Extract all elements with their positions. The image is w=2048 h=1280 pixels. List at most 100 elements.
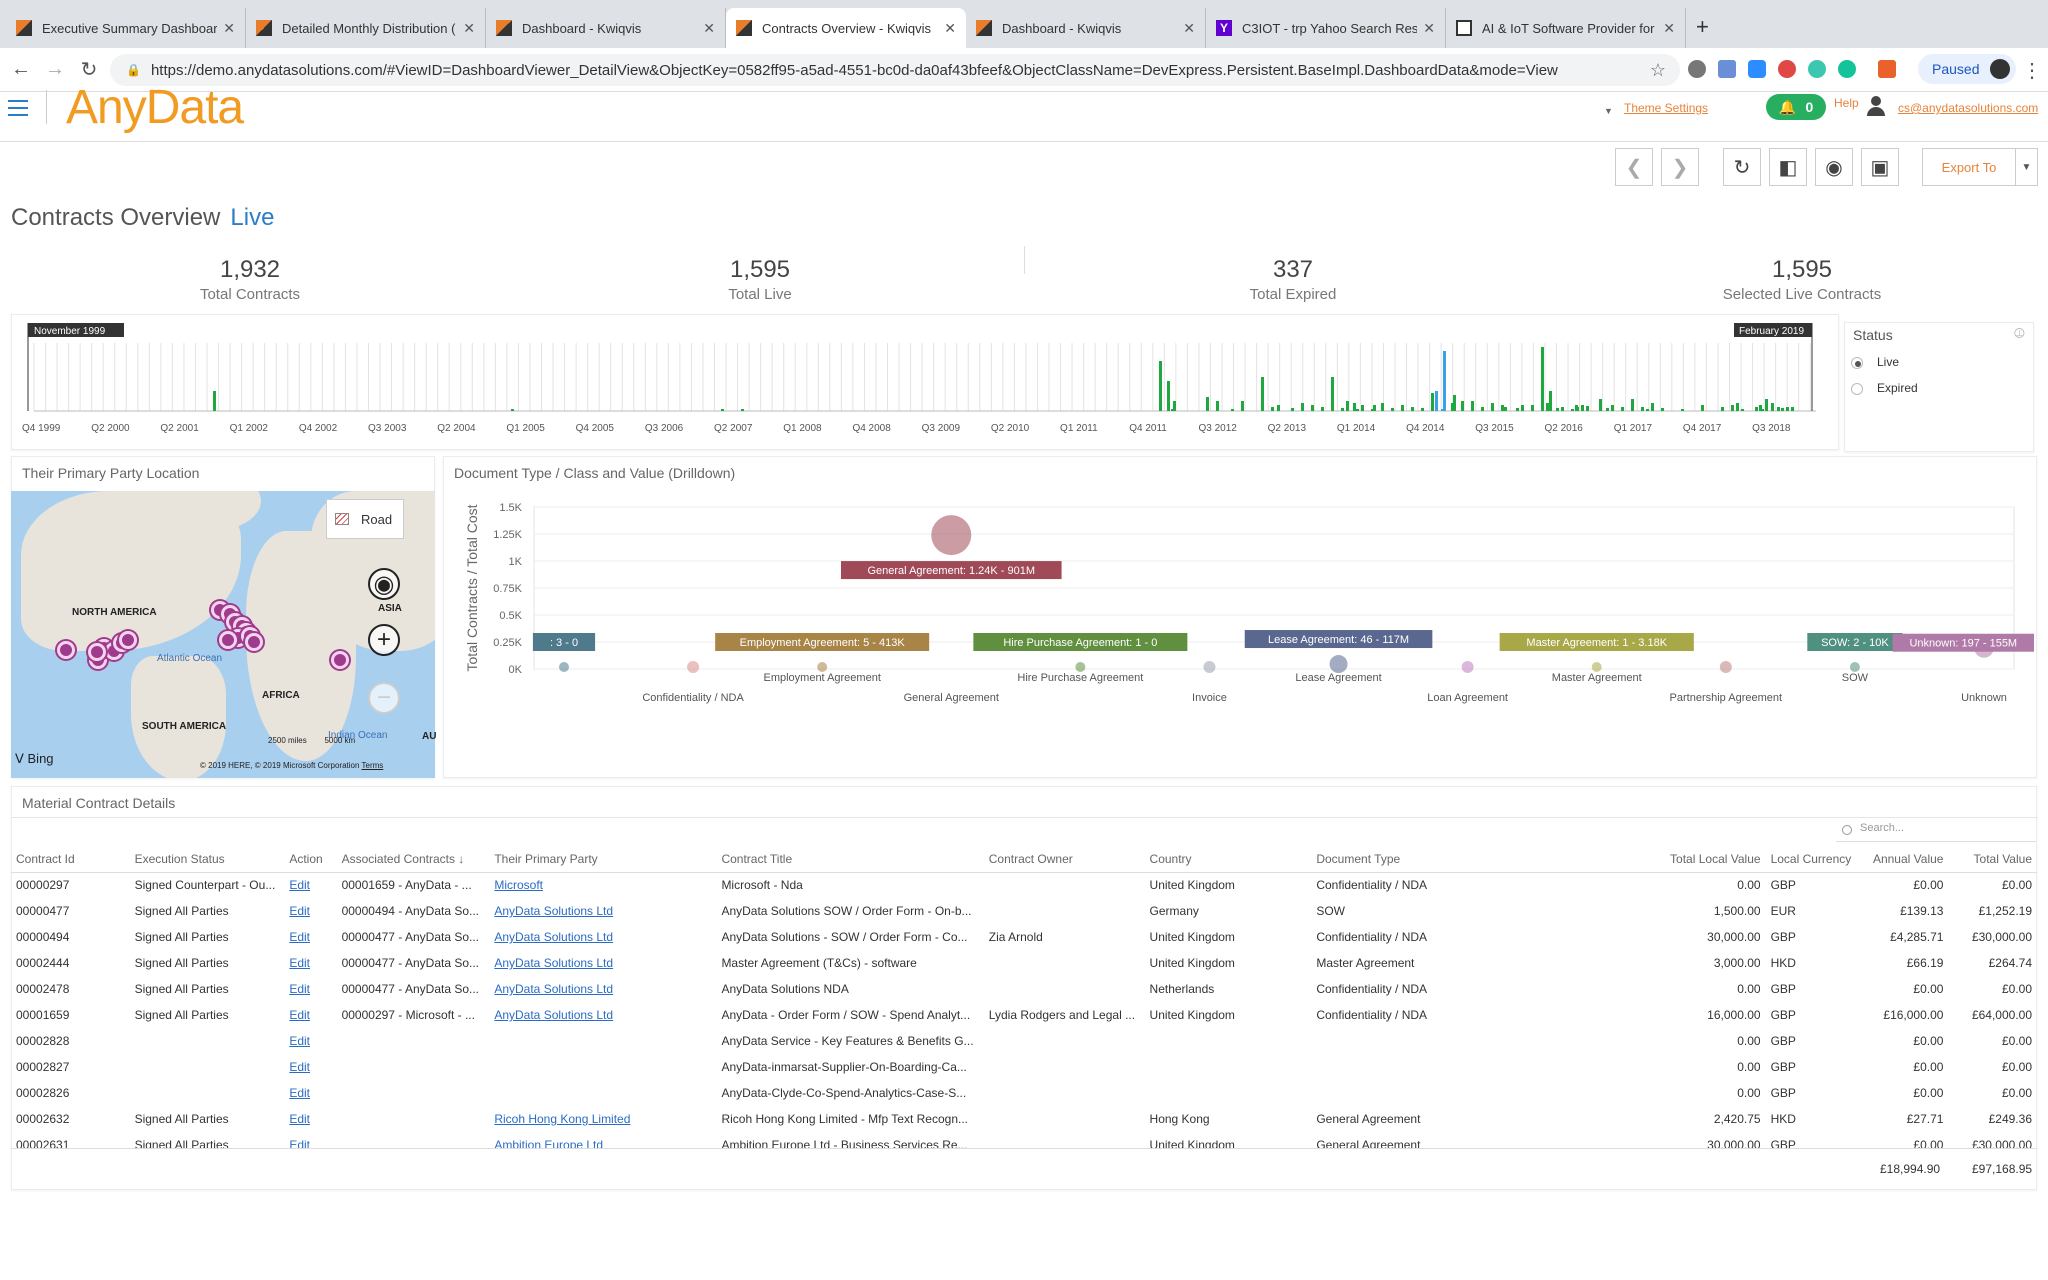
edit-link[interactable]: Edit [289, 982, 310, 996]
column-header[interactable]: Associated Contracts ↓ [336, 846, 490, 873]
user-email-link[interactable]: cs@anydatasolutions.com [1898, 101, 2038, 115]
bubble-point[interactable] [1203, 661, 1216, 673]
close-tab-icon[interactable]: ✕ [703, 20, 715, 37]
notifications-button[interactable]: 🔔 0 [1766, 94, 1826, 120]
browser-tab[interactable]: AI & IoT Software Provider for ✕ [1446, 8, 1686, 48]
refresh-icon[interactable]: ↻ [1723, 148, 1761, 186]
close-tab-icon[interactable]: ✕ [1183, 20, 1195, 37]
extension-icon[interactable] [1778, 60, 1796, 78]
bubble-point[interactable] [559, 662, 569, 672]
browser-tab[interactable]: Dashboard - Kwiqvis ✕ [966, 8, 1206, 48]
primary-party-link[interactable]: AnyData Solutions Ltd [494, 982, 613, 996]
extension-icon[interactable] [1808, 60, 1826, 78]
bubble-point[interactable] [1461, 661, 1474, 673]
bubble-point[interactable] [687, 661, 700, 673]
map-style-road-button[interactable]: Road [326, 499, 404, 539]
bubble-point[interactable] [1329, 655, 1348, 674]
back-icon[interactable]: ← [4, 58, 38, 81]
chevron-down-icon[interactable]: ▼ [2015, 149, 2037, 185]
status-option-expired[interactable]: Expired [1851, 381, 1971, 397]
table-row[interactable]: 00002632 Signed All Parties Edit Ricoh Hong… [11, 1106, 2037, 1132]
primary-party-link[interactable]: Ricoh Hong Kong Limited [494, 1112, 630, 1126]
primary-party-link[interactable]: Ambition Europe Ltd [494, 1138, 603, 1148]
document-type-bubble-chart[interactable]: 0K 0.25K 0.5K 0.75K 1K 1.25K 1.5K Total Contrac… [444, 487, 2036, 777]
table-row[interactable]: 00002631 Signed All Parties Edit Ambition E… [11, 1132, 2037, 1148]
map-location-pin[interactable] [245, 633, 263, 651]
table-scroll-area[interactable]: Contract Id Execution Status Action Associa… [11, 846, 2037, 1148]
zoom-in-icon[interactable]: + [368, 624, 400, 656]
bubble-point[interactable] [1719, 661, 1732, 673]
edit-link[interactable]: Edit [289, 1112, 310, 1126]
primary-party-link[interactable]: AnyData Solutions Ltd [494, 956, 613, 970]
column-header[interactable]: Document Type [1311, 846, 1654, 873]
user-icon[interactable] [1866, 96, 1886, 118]
profile-button[interactable]: Paused [1918, 54, 2016, 84]
browser-tab[interactable]: Dashboard - Kwiqvis ✕ [486, 8, 726, 48]
zoom-out-icon[interactable]: − [368, 682, 400, 714]
locate-me-icon[interactable]: ◉ [368, 568, 400, 600]
edit-link[interactable]: Edit [289, 1008, 310, 1022]
column-header[interactable]: Contract Id [11, 846, 130, 873]
table-row[interactable]: 00000297 Signed Counterpart - Ou... Edit 00… [11, 872, 2037, 898]
reload-icon[interactable]: ↻ [72, 57, 106, 82]
edit-link[interactable]: Edit [289, 930, 310, 944]
export-button[interactable]: Export To ▼ [1922, 148, 2038, 186]
bubble-point[interactable] [1075, 662, 1086, 672]
bubble-point[interactable] [817, 662, 828, 672]
column-header[interactable]: Local Currency [1765, 846, 1859, 873]
primary-party-link[interactable]: AnyData Solutions Ltd [494, 904, 613, 918]
timeline-range-selector[interactable]: Q4 1999 Q2 2000 Q2 2001 Q1 2002 Q4 2002 Q3 20… [12, 315, 1838, 449]
table-row[interactable]: 00000494 Signed All Parties Edit 00000477 -… [11, 924, 2037, 950]
table-row[interactable]: 00002478 Signed All Parties Edit 00000477 -… [11, 976, 2037, 1002]
edit-link[interactable]: Edit [289, 1086, 310, 1100]
column-header[interactable]: Their Primary Party [489, 846, 717, 873]
bookmark-star-icon[interactable]: ☆ [1650, 60, 1666, 81]
map-location-pin[interactable] [88, 643, 106, 661]
close-tab-icon[interactable]: ✕ [1423, 20, 1435, 37]
sort-arrow-icon[interactable]: ↓ [455, 852, 464, 866]
fullscreen-icon[interactable]: ▣ [1861, 148, 1899, 186]
column-header[interactable]: Contract Title [716, 846, 984, 873]
primary-party-link[interactable]: AnyData Solutions Ltd [494, 930, 613, 944]
primary-party-link[interactable]: AnyData Solutions Ltd [494, 1008, 613, 1022]
new-tab-icon[interactable]: + [1696, 8, 1709, 48]
url-text[interactable]: https://demo.anydatasolutions.com/#ViewI… [151, 62, 1558, 79]
bubble-point[interactable] [931, 515, 972, 556]
bubble-point[interactable] [1591, 662, 1602, 672]
theme-settings-link[interactable]: Theme Settings [1624, 101, 1708, 115]
column-header[interactable]: Contract Owner [983, 846, 1145, 873]
table-row[interactable]: 00002828 Edit AnyData Service - Key Featur… [11, 1028, 2037, 1054]
extension-icon[interactable] [1688, 60, 1706, 78]
close-tab-icon[interactable]: ✕ [463, 20, 475, 37]
table-row[interactable]: 00002826 Edit AnyData-Clyde-Co-Spend-Analy… [11, 1080, 2037, 1106]
help-link[interactable]: Help [1834, 96, 1859, 110]
close-tab-icon[interactable]: ✕ [1663, 20, 1675, 37]
column-header[interactable]: Annual Value [1858, 846, 1949, 873]
close-tab-icon[interactable]: ✕ [944, 20, 956, 37]
forward-icon[interactable]: → [38, 58, 72, 81]
palette-icon[interactable]: ◉ [1815, 148, 1853, 186]
primary-party-link[interactable]: Microsoft [494, 878, 543, 892]
column-header[interactable]: Total Local Value [1653, 846, 1766, 873]
anydata-logo[interactable]: AnyData [66, 80, 244, 135]
map-location-pin[interactable] [57, 641, 75, 659]
radio-button[interactable] [1851, 383, 1863, 395]
browser-tab[interactable]: Detailed Monthly Distribution (✕ [246, 8, 486, 48]
previous-icon[interactable]: ❮ [1615, 148, 1653, 186]
hamburger-menu-icon[interactable] [8, 100, 28, 116]
edit-link[interactable]: Edit [289, 1138, 310, 1148]
extension-icon[interactable] [1718, 60, 1736, 78]
edit-link[interactable]: Edit [289, 1060, 310, 1074]
radio-button[interactable] [1851, 357, 1863, 369]
map-location-pin[interactable] [219, 631, 237, 649]
grammarly-icon[interactable] [1838, 60, 1856, 78]
layout-icon[interactable]: ◧ [1769, 148, 1807, 186]
table-row[interactable]: 00002444 Signed All Parties Edit 00000477 -… [11, 950, 2037, 976]
edit-link[interactable]: Edit [289, 904, 310, 918]
edit-link[interactable]: Edit [289, 956, 310, 970]
terms-link[interactable]: Terms [362, 761, 384, 770]
map-location-pin[interactable] [119, 631, 137, 649]
edit-link[interactable]: Edit [289, 1034, 310, 1048]
column-header[interactable]: Action [284, 846, 337, 873]
table-row[interactable]: 00002827 Edit AnyData-inmarsat-Supplier-On… [11, 1054, 2037, 1080]
